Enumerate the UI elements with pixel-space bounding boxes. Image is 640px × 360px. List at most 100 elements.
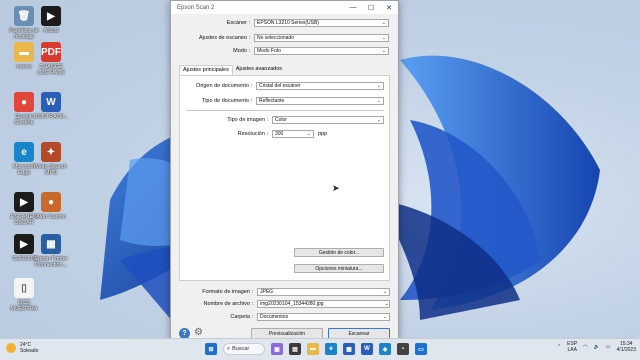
desktop-icon[interactable]: PDF CHANGE LOG PACK bbox=[33, 42, 69, 76]
scanner-value: EPSON L3210 Series(USB) bbox=[257, 20, 319, 26]
desktop-icon[interactable]: ● Aldo Casino bbox=[33, 192, 69, 220]
color-management-button[interactable]: Gestión de color... bbox=[294, 248, 384, 257]
scan-settings-row: Ajustes de escaneo : No seleccionado ⌄ bbox=[171, 34, 389, 42]
epson-scan-window: Epson Scan 2 — ☐ ✕ Escáner : EPSON L3210… bbox=[170, 0, 399, 342]
image-format-value: JPEG bbox=[260, 289, 274, 295]
language-indicator[interactable]: ESP LAA bbox=[567, 341, 577, 353]
gear-icon[interactable]: ⚙ bbox=[194, 327, 203, 338]
tab-advanced-settings[interactable]: Ajustes avanzados bbox=[233, 65, 285, 75]
settings-tabs: Ajustes principales Ajustes avanzados bbox=[179, 65, 285, 75]
file-explorer-icon[interactable]: ▬ bbox=[307, 343, 319, 355]
taskbar: 24°C Soleado ⊞ ⌕ Buscar ▣ ▤ ▬ e ▦ W ◆ ▪ … bbox=[0, 338, 640, 360]
desktop-icon-label: CONTRATO... bbox=[33, 114, 69, 120]
image-type-select[interactable]: Color ⌄ bbox=[272, 116, 384, 124]
doc-source-row: Origen de documento : Cristal del escáne… bbox=[180, 82, 384, 90]
doc-type-select[interactable]: Reflectante ⌄ bbox=[256, 97, 384, 105]
desktop-icon[interactable]: W CONTRATO... bbox=[33, 92, 69, 120]
doc-source-select[interactable]: Cristal del escáner ⌄ bbox=[256, 82, 384, 90]
app-icon: ▶ bbox=[14, 192, 34, 212]
scan-settings-label: Ajustes de escaneo : bbox=[198, 35, 250, 41]
app-icon: ▦ bbox=[41, 234, 61, 254]
search-label: Buscar bbox=[232, 346, 250, 352]
app-icon: 🗑 bbox=[14, 6, 34, 26]
task-view-icon[interactable]: ▤ bbox=[289, 343, 301, 355]
chevron-down-icon: ⌄ bbox=[376, 117, 381, 123]
title-bar[interactable]: Epson Scan 2 — ☐ ✕ bbox=[171, 1, 398, 14]
resolution-value: 300 bbox=[275, 131, 284, 137]
search-icon: ⌕ bbox=[227, 345, 231, 352]
chevron-down-icon: ⌄ bbox=[376, 83, 381, 89]
chevron-up-icon[interactable]: ⌃ bbox=[557, 344, 561, 350]
app-icon: ● bbox=[41, 192, 61, 212]
desktop-icon-label: ASUS bbox=[43, 28, 59, 34]
edge-icon[interactable]: e bbox=[325, 343, 337, 355]
app-icon: ▯ bbox=[14, 278, 34, 298]
doc-type-label: Tipo de documento : bbox=[202, 98, 252, 104]
desktop-icon-label: Epson Printer Connection... bbox=[34, 256, 68, 268]
clock-date: 4/1/2023 bbox=[616, 347, 636, 353]
system-tray: ⌃ ESP LAA ◠ 🔈 ▭ 15:34 4/1/2023 bbox=[557, 341, 636, 353]
resolution-label: Resolución : bbox=[237, 131, 268, 137]
image-type-row: Tipo de imagen : Color ⌄ bbox=[180, 116, 384, 124]
desktop-icon[interactable]: ▶ ASUS bbox=[33, 6, 69, 34]
chevron-down-icon: ⌄ bbox=[306, 131, 311, 137]
battery-icon[interactable]: ▭ bbox=[606, 344, 611, 350]
scanner-row: Escáner : EPSON L3210 Series(USB) ⌄ bbox=[171, 19, 389, 27]
epson-scan-taskbar-icon[interactable]: ◆ bbox=[379, 343, 391, 355]
taskbar-search[interactable]: ⌕ Buscar bbox=[223, 343, 265, 355]
taskbar-apps: ⊞ ⌕ Buscar ▣ ▤ ▬ e ▦ W ◆ ▪ ▭ bbox=[205, 343, 427, 355]
chevron-down-icon: ⌄ bbox=[381, 48, 386, 54]
store-icon[interactable]: ▦ bbox=[343, 343, 355, 355]
filename-label: Nombre de archivo : bbox=[203, 301, 253, 307]
chevron-down-icon: ⌄ bbox=[382, 314, 387, 320]
mode-value: Modo Foto bbox=[257, 48, 281, 54]
thumbnail-options-button[interactable]: Opciones miniatura... bbox=[294, 264, 384, 273]
app-icon: ✦ bbox=[41, 142, 61, 162]
window-title: Epson Scan 2 bbox=[177, 4, 215, 11]
main-settings-panel: Origen de documento : Cristal del escáne… bbox=[179, 75, 390, 281]
word-icon[interactable]: W bbox=[361, 343, 373, 355]
desktop-icon-label: Moto Search MPD bbox=[35, 164, 67, 176]
app-icon: ▶ bbox=[41, 6, 61, 26]
keyboard-layout: LAA bbox=[567, 347, 577, 353]
desktop-icon[interactable]: ✦ Moto Search MPD bbox=[33, 142, 69, 176]
chevron-down-icon: ⌄ bbox=[381, 35, 386, 41]
filename-input[interactable]: img20230104_15344280.jpg ⌄ bbox=[257, 300, 390, 308]
desktop-icon[interactable]: ▯ 2023 MUESTRA bbox=[6, 278, 42, 312]
app-icon: ▬ bbox=[14, 42, 34, 62]
folder-label: Carpeta : bbox=[230, 314, 253, 320]
desktop-icon[interactable]: ▦ Epson Printer Connection... bbox=[33, 234, 69, 268]
chevron-down-icon: ⌄ bbox=[382, 289, 387, 295]
weather-widget[interactable]: 24°C Soleado bbox=[6, 342, 38, 354]
minimize-button[interactable]: — bbox=[344, 4, 362, 11]
desktop-icon-label: CHANGE LOG PACK bbox=[37, 64, 65, 76]
doc-type-value: Reflectante bbox=[259, 98, 285, 104]
scan-settings-select[interactable]: No seleccionado ⌄ bbox=[254, 34, 389, 42]
tab-main-settings[interactable]: Ajustes principales bbox=[179, 65, 233, 75]
image-format-label: Formato de imagen : bbox=[202, 289, 253, 295]
app-icon[interactable]: ▪ bbox=[397, 343, 409, 355]
resolution-row: Resolución : 300 ⌄ ppp bbox=[180, 130, 327, 138]
divider bbox=[186, 110, 384, 111]
close-button[interactable]: ✕ bbox=[380, 4, 398, 12]
volume-icon[interactable]: 🔈 bbox=[594, 344, 600, 350]
app-icon: ● bbox=[14, 92, 34, 112]
mode-select[interactable]: Modo Foto ⌄ bbox=[254, 47, 389, 55]
folder-select[interactable]: Documentos ⌄ bbox=[257, 313, 390, 321]
wifi-icon[interactable]: ◠ bbox=[583, 344, 587, 350]
start-button-icon[interactable]: ⊞ bbox=[205, 343, 217, 355]
scanner-label: Escáner : bbox=[226, 20, 250, 26]
video-call-icon[interactable]: ▣ bbox=[271, 343, 283, 355]
resolution-select[interactable]: 300 ⌄ bbox=[272, 130, 314, 138]
clock[interactable]: 15:34 4/1/2023 bbox=[617, 341, 636, 353]
image-type-value: Color bbox=[275, 117, 287, 123]
app-icon: W bbox=[41, 92, 61, 112]
image-format-select[interactable]: JPEG ⌄ bbox=[257, 288, 390, 296]
app-icon: e bbox=[14, 142, 34, 162]
scanner-select[interactable]: EPSON L3210 Series(USB) ⌄ bbox=[254, 19, 389, 27]
resolution-unit: ppp bbox=[318, 131, 328, 137]
filename-value: img20230104_15344280.jpg bbox=[260, 301, 324, 307]
scanner-app-icon[interactable]: ▭ bbox=[415, 343, 427, 355]
mode-row: Modo : Modo Foto ⌄ bbox=[171, 47, 389, 55]
maximize-button[interactable]: ☐ bbox=[362, 4, 380, 12]
